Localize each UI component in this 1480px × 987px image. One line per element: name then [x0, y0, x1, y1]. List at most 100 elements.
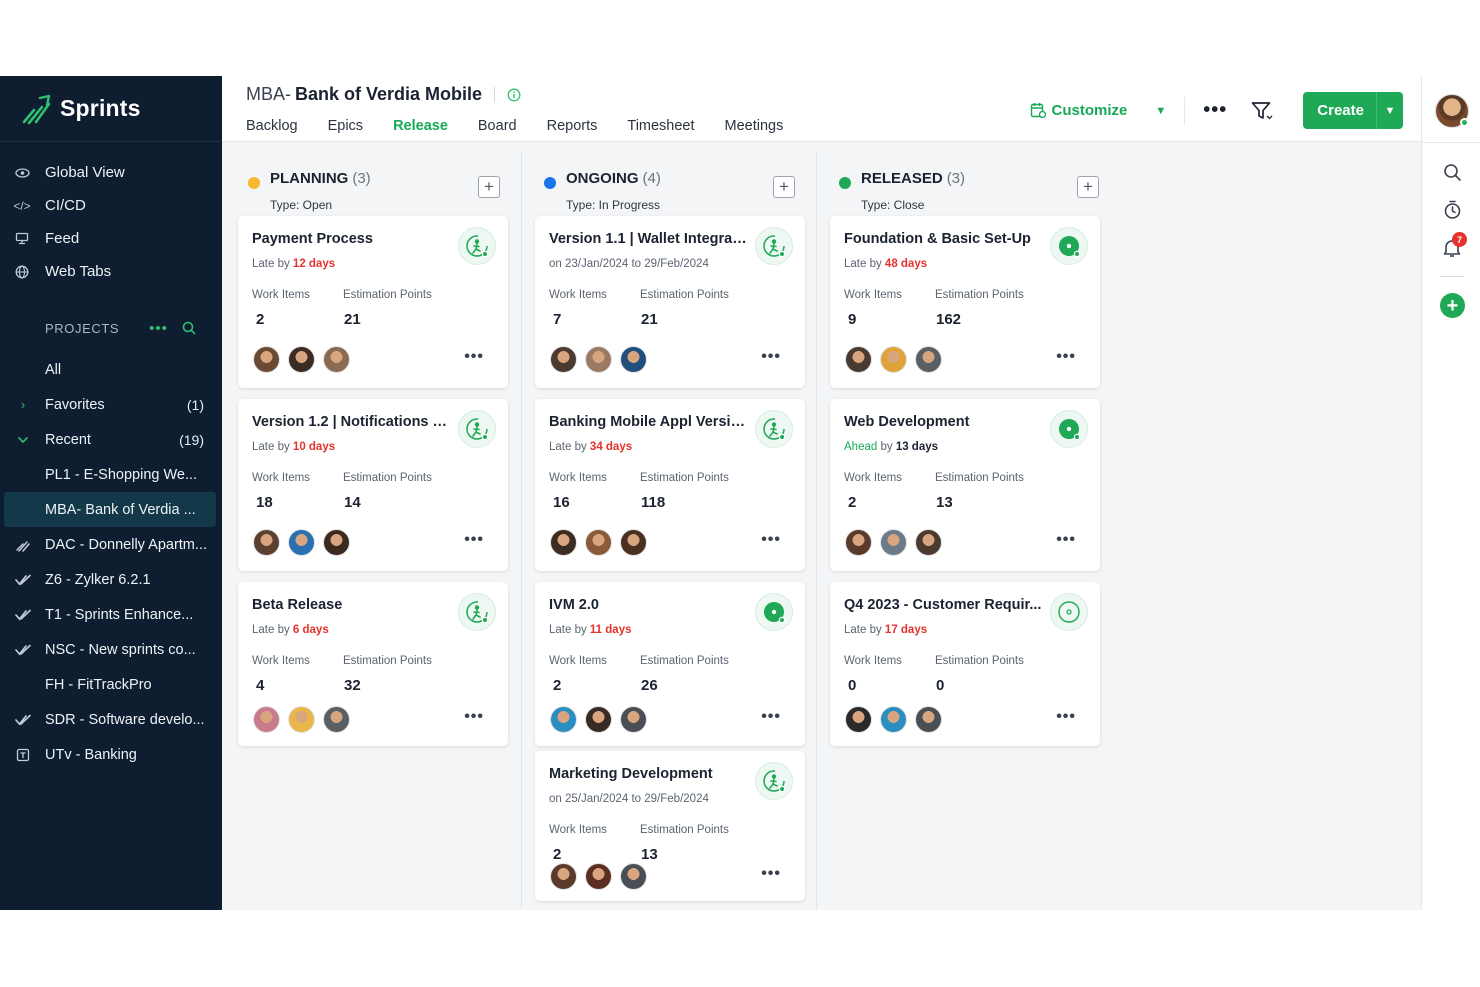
nav-ci-cd[interactable]: </> CI/CD: [0, 189, 222, 222]
search-icon[interactable]: [1442, 162, 1462, 182]
release-card[interactable]: Beta Release Late by 6 days Work Items Esti…: [238, 582, 508, 746]
avatar[interactable]: [323, 346, 350, 373]
more-options-icon[interactable]: •••: [1056, 531, 1076, 549]
brand[interactable]: Sprints: [0, 76, 222, 142]
more-options-icon[interactable]: •••: [1056, 348, 1076, 366]
release-card[interactable]: IVM 2.0 Late by 11 days Work Items Estimati…: [535, 582, 805, 746]
avatar[interactable]: [845, 346, 872, 373]
release-title[interactable]: Marketing Development: [549, 766, 749, 782]
add-release-button[interactable]: +: [478, 176, 500, 198]
release-title[interactable]: Foundation & Basic Set-Up: [844, 231, 1044, 247]
project-item-mba[interactable]: MBA- Bank of Verdia ...: [4, 492, 216, 527]
project-item-nsc[interactable]: NSC - New sprints co...: [0, 632, 222, 667]
release-card[interactable]: Web Development Ahead by 13 days Work Item…: [830, 399, 1100, 571]
project-item-fh[interactable]: FH - FitTrackPro: [0, 667, 222, 702]
tab-epics[interactable]: Epics: [328, 118, 363, 134]
release-title[interactable]: Web Development: [844, 414, 1044, 430]
project-item-recent[interactable]: Recent (19): [0, 422, 222, 457]
chevron-down-icon[interactable]: ▼: [1155, 105, 1166, 117]
more-options-icon[interactable]: •••: [464, 708, 484, 726]
avatar[interactable]: [288, 529, 315, 556]
person-run-icon[interactable]: [458, 593, 496, 631]
release-title[interactable]: Version 1.2 | Notifications U...: [252, 414, 452, 430]
tab-meetings[interactable]: Meetings: [725, 118, 784, 134]
info-icon[interactable]: [507, 88, 521, 102]
more-icon[interactable]: •••: [149, 320, 168, 337]
tab-reports[interactable]: Reports: [547, 118, 598, 134]
release-title[interactable]: Q4 2023 - Customer Requir...: [844, 597, 1044, 613]
avatar[interactable]: [880, 529, 907, 556]
release-card[interactable]: Payment Process Late by 12 days Work Items…: [238, 216, 508, 388]
project-item-utv[interactable]: UTv - Banking: [0, 737, 222, 772]
avatar[interactable]: [585, 529, 612, 556]
avatar[interactable]: [845, 706, 872, 733]
project-item-favorites[interactable]: › Favorites (1): [0, 387, 222, 422]
project-item-z6[interactable]: Z6 - Zylker 6.2.1: [0, 562, 222, 597]
person-run-icon[interactable]: [755, 410, 793, 448]
more-options-icon[interactable]: •••: [464, 348, 484, 366]
project-item-pl1[interactable]: PL1 - E-Shopping We...: [0, 457, 222, 492]
target-icon[interactable]: [1050, 593, 1088, 631]
release-card[interactable]: Q4 2023 - Customer Requir... Late by 17 d…: [830, 582, 1100, 746]
add-release-button[interactable]: +: [1077, 176, 1099, 198]
person-run-icon[interactable]: [458, 227, 496, 265]
avatar[interactable]: [253, 529, 280, 556]
release-card[interactable]: Marketing Development on 25/Jan/2024 to 2…: [535, 751, 805, 901]
avatar[interactable]: [288, 706, 315, 733]
add-icon[interactable]: +: [1440, 293, 1465, 318]
project-item-t1[interactable]: T1 - Sprints Enhance...: [0, 597, 222, 632]
avatar[interactable]: [620, 529, 647, 556]
tab-release[interactable]: Release: [393, 118, 448, 134]
release-title[interactable]: Banking Mobile Appl Versio...: [549, 414, 749, 430]
more-options-icon[interactable]: •••: [761, 865, 781, 883]
filter-icon[interactable]: [1251, 101, 1273, 121]
released-disc-icon[interactable]: [755, 593, 793, 631]
more-options-icon[interactable]: •••: [761, 348, 781, 366]
person-run-icon[interactable]: [458, 410, 496, 448]
person-run-icon[interactable]: [755, 762, 793, 800]
avatar[interactable]: [915, 706, 942, 733]
avatar[interactable]: [585, 706, 612, 733]
release-title[interactable]: Beta Release: [252, 597, 452, 613]
search-icon[interactable]: [182, 321, 196, 335]
release-title[interactable]: Payment Process: [252, 231, 452, 247]
nav-feed[interactable]: Feed: [0, 222, 222, 255]
release-card[interactable]: Version 1.2 | Notifications U... Late by …: [238, 399, 508, 571]
tab-timesheet[interactable]: Timesheet: [627, 118, 694, 134]
avatar[interactable]: [915, 346, 942, 373]
chevron-down-icon[interactable]: ▼: [1377, 105, 1403, 117]
avatar[interactable]: [253, 346, 280, 373]
release-title[interactable]: Version 1.1 | Wallet Integrat...: [549, 231, 749, 247]
avatar[interactable]: [915, 529, 942, 556]
avatar[interactable]: [620, 346, 647, 373]
avatar[interactable]: [323, 529, 350, 556]
project-item-all[interactable]: All: [0, 352, 222, 387]
avatar[interactable]: [585, 346, 612, 373]
release-card[interactable]: Version 1.1 | Wallet Integrat... on 23/Ja…: [535, 216, 805, 388]
released-disc-icon[interactable]: [1050, 227, 1088, 265]
user-avatar[interactable]: [1435, 94, 1469, 128]
avatar[interactable]: [253, 706, 280, 733]
more-options-icon[interactable]: •••: [1203, 99, 1227, 122]
avatar[interactable]: [550, 863, 577, 890]
more-options-icon[interactable]: •••: [761, 708, 781, 726]
avatar[interactable]: [288, 346, 315, 373]
tab-backlog[interactable]: Backlog: [246, 118, 298, 134]
release-title[interactable]: IVM 2.0: [549, 597, 749, 613]
page-title[interactable]: Bank of Verdia Mobile: [295, 84, 482, 105]
project-item-sdr[interactable]: SDR - Software develo...: [0, 702, 222, 737]
avatar[interactable]: [620, 706, 647, 733]
avatar[interactable]: [880, 706, 907, 733]
add-release-button[interactable]: +: [773, 176, 795, 198]
project-item-dac[interactable]: DAC - Donnelly Apartm...: [0, 527, 222, 562]
avatar[interactable]: [585, 863, 612, 890]
release-card[interactable]: Banking Mobile Appl Versio... Late by 34 …: [535, 399, 805, 571]
avatar[interactable]: [845, 529, 872, 556]
nav-global-view[interactable]: Global View: [0, 156, 222, 189]
more-options-icon[interactable]: •••: [1056, 708, 1076, 726]
avatar[interactable]: [550, 529, 577, 556]
more-options-icon[interactable]: •••: [464, 531, 484, 549]
more-options-icon[interactable]: •••: [761, 531, 781, 549]
avatar[interactable]: [880, 346, 907, 373]
avatar[interactable]: [323, 706, 350, 733]
